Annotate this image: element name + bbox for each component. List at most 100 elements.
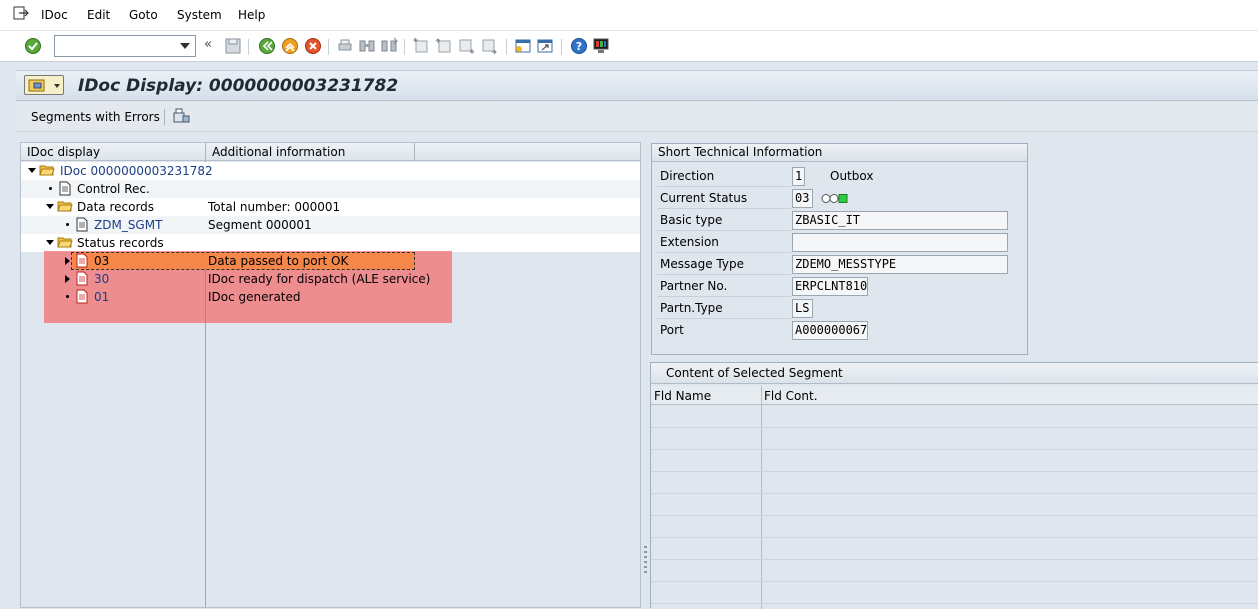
application-toolbar: Segments with Errors xyxy=(16,102,1258,132)
expand-icon[interactable] xyxy=(65,275,70,283)
column-header-fld-cont[interactable]: Fld Cont. xyxy=(764,389,818,403)
tree-label-status-records[interactable]: Status records xyxy=(77,236,164,250)
status-document-icon xyxy=(76,289,88,304)
row-current-status: Current Status 03 xyxy=(657,188,1017,210)
technical-info-icon[interactable] xyxy=(172,108,190,124)
row-basic-type: Basic type ZBASIC_IT xyxy=(657,210,1017,232)
label-message-type: Message Type xyxy=(657,254,791,275)
menu-button[interactable] xyxy=(24,75,64,95)
save-icon[interactable] xyxy=(224,37,242,55)
previous-page-icon[interactable] xyxy=(435,37,453,55)
command-field[interactable] xyxy=(54,35,196,57)
status-code[interactable]: 01 xyxy=(94,290,109,304)
find-icon[interactable] xyxy=(358,37,376,55)
row-extension: Extension xyxy=(657,232,1017,254)
tree-row-status-records[interactable]: Status records xyxy=(21,234,640,252)
tree-row-root[interactable]: IDoc 0000000003231782 xyxy=(21,162,640,180)
help-icon[interactable]: ? xyxy=(570,37,588,55)
tree-row-control-record[interactable]: Control Rec. xyxy=(21,180,640,198)
segment-info: Segment 000001 xyxy=(208,218,312,232)
enter-check-icon[interactable] xyxy=(24,37,42,55)
column-header-additional-info[interactable]: Additional information xyxy=(212,145,345,159)
exit-icon[interactable] xyxy=(13,6,29,20)
idoc-tree: IDoc display Additional information IDoc… xyxy=(20,142,641,608)
status-code[interactable]: 30 xyxy=(94,272,109,286)
row-partn-type: Partn.Type LS xyxy=(657,298,1017,320)
next-page-icon[interactable] xyxy=(457,37,475,55)
splitter-grip xyxy=(644,551,647,553)
direction-value: 1 xyxy=(792,167,805,186)
grid-line xyxy=(651,471,1258,472)
open-folder-icon xyxy=(57,237,73,248)
label-current-status: Current Status xyxy=(657,188,791,209)
column-header-fld-name[interactable]: Fld Name xyxy=(654,389,711,403)
tree-row-status-30[interactable]: 30 IDoc ready for dispatch (ALE service) xyxy=(21,270,640,288)
splitter-grip xyxy=(644,566,647,568)
menu-system[interactable]: System xyxy=(177,8,222,22)
column-separator xyxy=(414,143,415,161)
collapse-icon[interactable] xyxy=(28,168,36,173)
customize-layout-icon[interactable] xyxy=(592,37,610,55)
chevron-down-icon[interactable] xyxy=(180,43,190,49)
tree-label-segment[interactable]: ZDM_SGMT xyxy=(94,218,162,232)
leaf-bullet xyxy=(66,295,69,298)
first-page-icon[interactable] xyxy=(412,37,430,55)
print-icon[interactable] xyxy=(336,37,354,55)
current-status-value: 03 xyxy=(792,189,813,208)
status-code[interactable]: 03 xyxy=(94,254,109,268)
basic-type-value: ZBASIC_IT xyxy=(792,211,1008,230)
tree-label-data-records[interactable]: Data records xyxy=(77,200,154,214)
status-info: IDoc ready for dispatch (ALE service) xyxy=(208,272,431,286)
status-document-icon xyxy=(76,253,88,268)
splitter-handle[interactable] xyxy=(642,142,649,608)
partn-type-value: LS xyxy=(792,299,813,318)
tree-row-segment[interactable]: ZDM_SGMT Segment 000001 xyxy=(21,216,640,234)
tree-header: IDoc display Additional information xyxy=(21,143,640,161)
back-icon[interactable] xyxy=(258,37,276,55)
folder-menu-icon xyxy=(28,79,45,92)
tree-root-label[interactable]: IDoc 0000000003231782 xyxy=(60,164,213,178)
column-divider xyxy=(761,386,762,609)
short-technical-info: Short Technical Information Direction 1 … xyxy=(651,143,1028,355)
column-header-idoc-display[interactable]: IDoc display xyxy=(27,145,100,159)
document-icon xyxy=(76,217,88,232)
status-document-icon xyxy=(76,271,88,286)
direction-text: Outbox xyxy=(830,169,874,183)
find-next-icon[interactable] xyxy=(380,37,398,55)
collapse-icon[interactable] xyxy=(46,204,54,209)
menu-edit[interactable]: Edit xyxy=(87,8,110,22)
shortcut-icon[interactable] xyxy=(536,37,554,55)
collapse-toolbar-icon[interactable]: « xyxy=(204,37,212,52)
message-type-value: ZDEMO_MESSTYPE xyxy=(792,255,1008,274)
menu-help[interactable]: Help xyxy=(238,8,265,22)
menu-goto[interactable]: Goto xyxy=(129,8,158,22)
label-extension: Extension xyxy=(657,232,791,253)
grid-line xyxy=(651,559,1258,560)
tree-row-data-records[interactable]: Data records Total number: 000001 xyxy=(21,198,640,216)
menu-bar: IDoc Edit Goto System Help xyxy=(0,0,1258,31)
grid-line xyxy=(651,493,1258,494)
menu-idoc[interactable]: IDoc xyxy=(41,8,68,22)
technical-info-title: Short Technical Information xyxy=(652,144,1027,162)
exit-up-icon[interactable] xyxy=(281,37,299,55)
grid-line xyxy=(651,603,1258,604)
leaf-bullet xyxy=(49,187,52,190)
column-separator xyxy=(205,143,206,161)
label-direction: Direction xyxy=(657,166,791,187)
new-session-icon[interactable] xyxy=(514,37,532,55)
segments-with-errors-button[interactable]: Segments with Errors xyxy=(31,110,160,124)
grid-line xyxy=(651,449,1258,450)
tree-row-status-03[interactable]: 03 Data passed to port OK xyxy=(21,252,640,270)
expand-icon[interactable] xyxy=(65,257,70,265)
last-page-icon[interactable] xyxy=(480,37,498,55)
tree-label-control[interactable]: Control Rec. xyxy=(77,182,150,196)
tree-row-status-01[interactable]: 01 IDoc generated xyxy=(21,288,640,306)
port-value: A000000067 xyxy=(792,321,868,340)
data-records-info: Total number: 000001 xyxy=(208,200,341,214)
open-folder-icon xyxy=(39,165,55,176)
row-message-type: Message Type ZDEMO_MESSTYPE xyxy=(657,254,1017,276)
label-port: Port xyxy=(660,323,684,337)
label-partn-type: Partn.Type xyxy=(657,298,791,319)
collapse-icon[interactable] xyxy=(46,240,54,245)
cancel-icon[interactable] xyxy=(304,37,322,55)
